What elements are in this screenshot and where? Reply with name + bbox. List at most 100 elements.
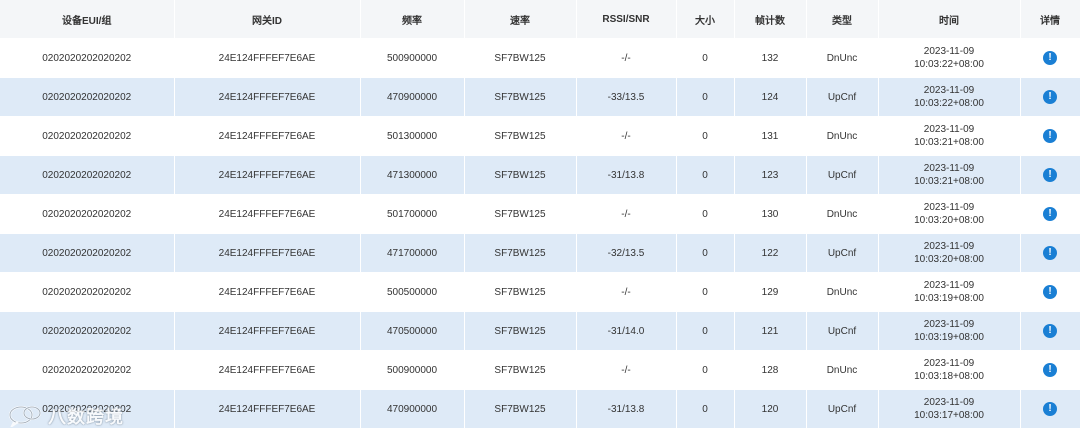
frequency-cell: 500900000 bbox=[360, 38, 465, 78]
device-eui-cell: 0202020202020202 bbox=[0, 116, 175, 156]
table-row[interactable]: 0202020202020202 24E124FFFEF7E6AE 47090000… bbox=[0, 389, 1080, 428]
chat-bubble-logo-icon bbox=[8, 405, 42, 429]
info-circle-icon[interactable]: ! bbox=[1043, 51, 1057, 65]
time-cell: 2023-11-09 10:03:20+08:00 bbox=[878, 194, 1021, 234]
table-row[interactable]: 0202020202020202 24E124FFFEF7E6AE 47050000… bbox=[0, 311, 1080, 351]
table-row[interactable]: 0202020202020202 24E124FFFEF7E6AE 50050000… bbox=[0, 272, 1080, 312]
info-circle-icon[interactable]: ! bbox=[1043, 207, 1057, 221]
time-date: 2023-11-09 bbox=[923, 358, 975, 369]
col-header-frame-count[interactable]: 帧计数 bbox=[734, 0, 807, 39]
device-eui-cell: 0202020202020202 bbox=[0, 77, 175, 117]
details-cell: ! bbox=[1020, 155, 1080, 195]
device-eui-cell: 0202020202020202 bbox=[0, 311, 175, 351]
time-date: 2023-11-09 bbox=[923, 319, 975, 330]
frequency-cell: 470900000 bbox=[360, 77, 465, 117]
col-header-time[interactable]: 时间 bbox=[878, 0, 1021, 39]
type-cell: UpCnf bbox=[806, 311, 879, 351]
size-cell: 0 bbox=[676, 77, 735, 117]
table-row[interactable]: 0202020202020202 24E124FFFEF7E6AE 50170000… bbox=[0, 194, 1080, 234]
table-row[interactable]: 0202020202020202 24E124FFFEF7E6AE 50090000… bbox=[0, 38, 1080, 78]
time-cell: 2023-11-09 10:03:21+08:00 bbox=[878, 116, 1021, 156]
col-header-rssi-snr[interactable]: RSSI/SNR bbox=[576, 0, 677, 39]
time-clock: 10:03:20+08:00 bbox=[914, 215, 984, 226]
size-cell: 0 bbox=[676, 350, 735, 390]
col-header-rate[interactable]: 速率 bbox=[464, 0, 577, 39]
frequency-cell: 470900000 bbox=[360, 389, 465, 428]
type-cell: UpCnf bbox=[806, 155, 879, 195]
time-date: 2023-11-09 bbox=[923, 124, 975, 135]
details-cell: ! bbox=[1020, 311, 1080, 351]
info-circle-icon[interactable]: ! bbox=[1043, 90, 1057, 104]
table-header-row: 设备EUI/组 网关ID 频率 速率 RSSI/SNR 大小 帧计数 类型 时间… bbox=[0, 0, 1080, 39]
rssi-snr-cell: -/- bbox=[576, 38, 677, 78]
details-cell: ! bbox=[1020, 389, 1080, 428]
size-cell: 0 bbox=[676, 116, 735, 156]
table-row[interactable]: 0202020202020202 24E124FFFEF7E6AE 47170000… bbox=[0, 233, 1080, 273]
col-header-details: 详情 bbox=[1020, 0, 1080, 39]
time-clock: 10:03:22+08:00 bbox=[914, 98, 984, 109]
frame-count-cell: 129 bbox=[734, 272, 807, 312]
rssi-snr-cell: -32/13.5 bbox=[576, 233, 677, 273]
device-eui-cell: 0202020202020202 bbox=[0, 194, 175, 234]
frame-count-cell: 132 bbox=[734, 38, 807, 78]
info-circle-icon[interactable]: ! bbox=[1043, 285, 1057, 299]
table-row[interactable]: 0202020202020202 24E124FFFEF7E6AE 47130000… bbox=[0, 155, 1080, 195]
type-cell: UpCnf bbox=[806, 233, 879, 273]
table-row[interactable]: 0202020202020202 24E124FFFEF7E6AE 47090000… bbox=[0, 77, 1080, 117]
col-header-type[interactable]: 类型 bbox=[806, 0, 879, 39]
info-circle-icon[interactable]: ! bbox=[1043, 129, 1057, 143]
details-cell: ! bbox=[1020, 272, 1080, 312]
frame-count-cell: 131 bbox=[734, 116, 807, 156]
details-cell: ! bbox=[1020, 233, 1080, 273]
frequency-cell: 471300000 bbox=[360, 155, 465, 195]
frame-count-cell: 124 bbox=[734, 77, 807, 117]
watermark-text: 八数跨境 bbox=[48, 407, 124, 427]
frame-count-cell: 123 bbox=[734, 155, 807, 195]
info-circle-icon[interactable]: ! bbox=[1043, 168, 1057, 182]
rate-cell: SF7BW125 bbox=[464, 38, 577, 78]
gateway-id-cell: 24E124FFFEF7E6AE bbox=[174, 155, 361, 195]
gateway-id-cell: 24E124FFFEF7E6AE bbox=[174, 194, 361, 234]
device-eui-cell: 0202020202020202 bbox=[0, 155, 175, 195]
col-header-size[interactable]: 大小 bbox=[676, 0, 735, 39]
gateway-id-cell: 24E124FFFEF7E6AE bbox=[174, 116, 361, 156]
rssi-snr-cell: -/- bbox=[576, 194, 677, 234]
frequency-cell: 471700000 bbox=[360, 233, 465, 273]
rssi-snr-cell: -31/14.0 bbox=[576, 311, 677, 351]
table-row[interactable]: 0202020202020202 24E124FFFEF7E6AE 50130000… bbox=[0, 116, 1080, 156]
time-cell: 2023-11-09 10:03:20+08:00 bbox=[878, 233, 1021, 273]
rssi-snr-cell: -31/13.8 bbox=[576, 389, 677, 428]
rssi-snr-cell: -/- bbox=[576, 272, 677, 312]
col-header-frequency[interactable]: 频率 bbox=[360, 0, 465, 39]
time-clock: 10:03:19+08:00 bbox=[914, 332, 984, 343]
time-cell: 2023-11-09 10:03:21+08:00 bbox=[878, 155, 1021, 195]
rate-cell: SF7BW125 bbox=[464, 350, 577, 390]
details-cell: ! bbox=[1020, 194, 1080, 234]
gateway-id-cell: 24E124FFFEF7E6AE bbox=[174, 389, 361, 428]
rate-cell: SF7BW125 bbox=[464, 194, 577, 234]
device-eui-cell: 0202020202020202 bbox=[0, 233, 175, 273]
time-date: 2023-11-09 bbox=[923, 241, 975, 252]
time-date: 2023-11-09 bbox=[923, 46, 975, 57]
time-date: 2023-11-09 bbox=[923, 280, 975, 291]
info-circle-icon[interactable]: ! bbox=[1043, 246, 1057, 260]
frame-count-cell: 121 bbox=[734, 311, 807, 351]
device-eui-cell: 0202020202020202 bbox=[0, 38, 175, 78]
info-circle-icon[interactable]: ! bbox=[1043, 402, 1057, 416]
col-header-gateway-id[interactable]: 网关ID bbox=[174, 0, 361, 39]
col-header-device-eui[interactable]: 设备EUI/组 bbox=[0, 0, 175, 39]
rssi-snr-cell: -33/13.5 bbox=[576, 77, 677, 117]
rate-cell: SF7BW125 bbox=[464, 272, 577, 312]
type-cell: DnUnc bbox=[806, 116, 879, 156]
rate-cell: SF7BW125 bbox=[464, 311, 577, 351]
size-cell: 0 bbox=[676, 155, 735, 195]
type-cell: DnUnc bbox=[806, 38, 879, 78]
table-row[interactable]: 0202020202020202 24E124FFFEF7E6AE 50090000… bbox=[0, 350, 1080, 390]
type-cell: DnUnc bbox=[806, 350, 879, 390]
info-circle-icon[interactable]: ! bbox=[1043, 363, 1057, 377]
details-cell: ! bbox=[1020, 116, 1080, 156]
info-circle-icon[interactable]: ! bbox=[1043, 324, 1057, 338]
time-cell: 2023-11-09 10:03:19+08:00 bbox=[878, 311, 1021, 351]
time-cell: 2023-11-09 10:03:19+08:00 bbox=[878, 272, 1021, 312]
rssi-snr-cell: -/- bbox=[576, 350, 677, 390]
